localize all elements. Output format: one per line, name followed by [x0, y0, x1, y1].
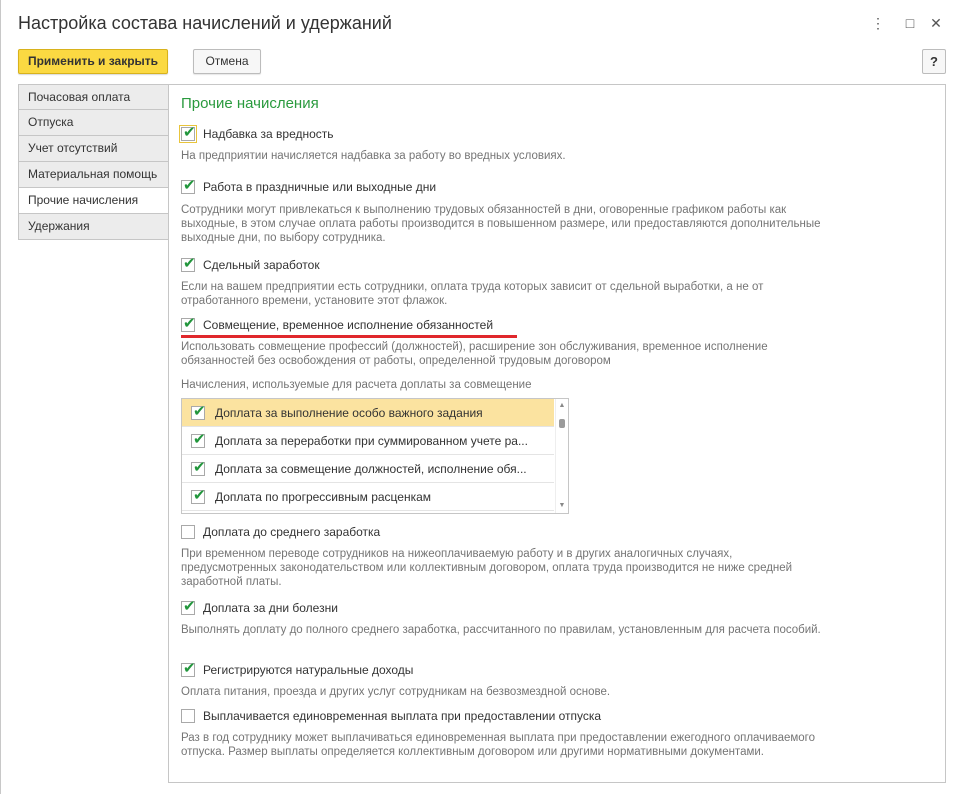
option-label: Выплачивается единовременная выплата при…	[203, 709, 602, 723]
list-scrollbar[interactable]: ▲ ▼	[555, 399, 568, 513]
option-holiday-work[interactable]: ✔ Работа в праздничные или выходные дни	[181, 178, 436, 196]
check-mark-icon: ✔	[183, 176, 196, 194]
check-mark-icon: ✔	[193, 429, 206, 448]
list-item-label: Доплата за выполнение особо важного зада…	[215, 405, 483, 420]
option-vacation-lump-sum[interactable]: Выплачивается единовременная выплата при…	[181, 707, 601, 725]
sidebar-item-other-accruals[interactable]: Прочие начисления	[18, 188, 169, 214]
checkbox[interactable]: ✔	[181, 659, 196, 677]
list-item-label: Доплата за переработки при суммированном…	[215, 433, 528, 448]
list-item-label: Доплата по прогрессивным расценкам	[215, 489, 432, 504]
sidebar-item-deductions[interactable]: Удержания	[18, 214, 169, 240]
checkbox[interactable]	[181, 525, 195, 539]
option-piecework[interactable]: ✔ Сдельный заработок	[181, 256, 320, 274]
command-bar: Применить и закрыть Отмена ?	[1, 48, 956, 76]
apply-and-close-button[interactable]: Применить и закрыть	[18, 49, 168, 74]
checkbox[interactable]: ✔	[181, 314, 196, 332]
check-mark-icon: ✔	[183, 597, 196, 615]
settings-panel: Прочие начисления ✔ Надбавка за вредност…	[168, 84, 946, 783]
check-mark-icon: ✔	[193, 457, 206, 476]
option-combination[interactable]: ✔ Совмещение, временное исполнение обяза…	[181, 316, 493, 334]
option-description: Если на вашем предприятии есть сотрудник…	[181, 281, 764, 307]
scroll-thumb[interactable]	[559, 419, 565, 428]
option-description: Раз в год сотруднику может выплачиваться…	[181, 732, 816, 758]
option-sick-days[interactable]: ✔ Доплата за дни болезни	[181, 599, 338, 617]
scroll-down-icon[interactable]: ▼	[558, 502, 566, 510]
option-description: Сотрудники могут привлекаться к выполнен…	[181, 204, 821, 244]
close-icon[interactable]: ✕	[927, 14, 945, 32]
highlight-underline	[181, 335, 517, 338]
help-button[interactable]: ?	[922, 49, 946, 74]
checkbox[interactable]: ✔	[179, 123, 197, 143]
list-item[interactable]: ✔ Доплата по прогрессивным расценкам	[182, 483, 554, 511]
option-hazard-bonus[interactable]: ✔ Надбавка за вредность	[179, 123, 334, 143]
sidebar-item-financial-aid[interactable]: Материальная помощь	[18, 162, 169, 188]
maximize-icon[interactable]: □	[901, 14, 919, 32]
option-description: Оплата питания, проезда и других услуг с…	[181, 686, 611, 698]
check-mark-icon: ✔	[183, 254, 196, 272]
option-label: Регистрируются натуральные доходы	[203, 663, 414, 677]
check-mark-icon: ✔	[183, 314, 196, 332]
option-in-kind-income[interactable]: ✔ Регистрируются натуральные доходы	[181, 661, 413, 679]
checkbox[interactable]	[181, 709, 195, 723]
option-description: Использовать совмещение профессий (должн…	[181, 341, 768, 367]
option-label: Доплата за дни болезни	[203, 601, 338, 615]
option-label: Надбавка за вредность	[203, 127, 334, 141]
checkbox[interactable]: ✔	[191, 401, 206, 420]
combination-accruals-list[interactable]: ✔ Доплата за выполнение особо важного за…	[181, 398, 569, 514]
option-average-earnings[interactable]: Доплата до среднего заработка	[181, 523, 380, 541]
checkbox[interactable]: ✔	[181, 254, 196, 272]
list-item-label: Доплата за совмещение должностей, исполн…	[215, 461, 527, 476]
cancel-button[interactable]: Отмена	[193, 49, 261, 74]
list-item[interactable]: ✔ Доплата за переработки при суммированн…	[182, 427, 554, 455]
check-mark-icon: ✔	[193, 401, 206, 420]
title-bar: Настройка состава начислений и удержаний…	[1, 0, 956, 44]
sidebar-item-hourly-pay[interactable]: Почасовая оплата	[18, 84, 169, 110]
scroll-up-icon[interactable]: ▲	[558, 402, 566, 410]
window-title: Настройка состава начислений и удержаний	[18, 13, 392, 33]
option-description: Выполнять доплату до полного среднего за…	[181, 624, 821, 636]
combination-list-caption: Начисления, используемые для расчета доп…	[181, 379, 532, 391]
check-mark-icon: ✔	[183, 659, 196, 677]
sidebar-item-absences[interactable]: Учет отсутствий	[18, 136, 169, 162]
checkbox[interactable]: ✔	[191, 429, 206, 448]
option-description: При временном переводе сотрудников на ни…	[181, 548, 793, 588]
checkbox[interactable]: ✔	[191, 457, 206, 476]
checkbox[interactable]: ✔	[191, 485, 206, 504]
checkbox[interactable]: ✔	[181, 176, 196, 194]
option-label: Совмещение, временное исполнение обязанн…	[203, 318, 494, 332]
option-label: Доплата до среднего заработка	[203, 525, 381, 539]
more-menu-icon[interactable]: ⋮	[869, 14, 887, 32]
list-item[interactable]: ✔ Доплата за совмещение должностей, испо…	[182, 455, 554, 483]
section-title: Прочие начисления	[181, 95, 319, 112]
list-item[interactable]: ✔ Доплата за выполнение особо важного за…	[182, 399, 554, 427]
option-label: Работа в праздничные или выходные дни	[203, 180, 437, 194]
sidebar-item-vacations[interactable]: Отпуска	[18, 110, 169, 136]
checkbox[interactable]: ✔	[181, 597, 196, 615]
option-label: Сдельный заработок	[203, 258, 320, 272]
settings-window: Настройка состава начислений и удержаний…	[0, 0, 956, 794]
check-mark-icon: ✔	[183, 123, 196, 141]
check-mark-icon: ✔	[193, 485, 206, 504]
sections-sidebar: Почасовая оплата Отпуска Учет отсутствий…	[18, 84, 169, 240]
option-description: На предприятии начисляется надбавка за р…	[181, 150, 566, 162]
